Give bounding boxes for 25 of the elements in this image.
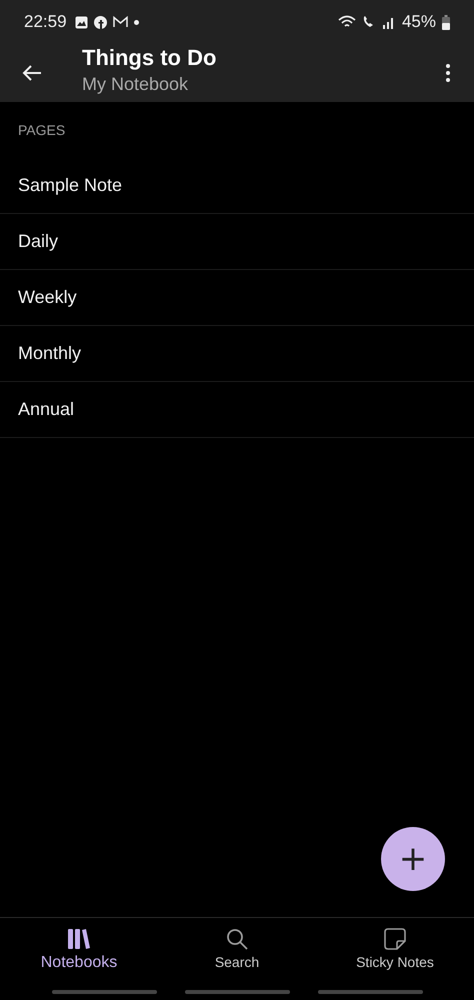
page-list-item[interactable]: Annual (0, 382, 474, 438)
page-list-item[interactable]: Daily (0, 214, 474, 270)
nav-tab[interactable]: Search (158, 918, 316, 1000)
notebook-name: My Notebook (82, 74, 188, 95)
nav-tab[interactable]: Notebooks (0, 918, 158, 1000)
page-title: Things to Do (82, 45, 216, 71)
sticky-note-icon (384, 928, 406, 950)
nav-tab[interactable]: Sticky Notes (316, 918, 474, 1000)
notification-dot-icon (134, 20, 139, 24)
page-list-item[interactable]: Sample Note (0, 158, 474, 214)
more-options-icon (445, 63, 451, 83)
books-icon (67, 928, 91, 950)
signal-icon (382, 15, 396, 29)
section-label: PAGES (18, 122, 66, 138)
page-list-item[interactable]: Monthly (0, 326, 474, 382)
social-app-icon (94, 16, 107, 28)
battery-level: 45% (402, 12, 436, 32)
status-time: 22:59 (24, 12, 67, 32)
wifi-icon (338, 15, 356, 29)
add-page-button[interactable]: + (381, 827, 445, 891)
gallery-icon (74, 16, 88, 28)
search-icon (226, 928, 248, 950)
battery-icon (442, 14, 450, 30)
page-list-item[interactable]: Weekly (0, 270, 474, 326)
mail-icon (112, 16, 128, 28)
